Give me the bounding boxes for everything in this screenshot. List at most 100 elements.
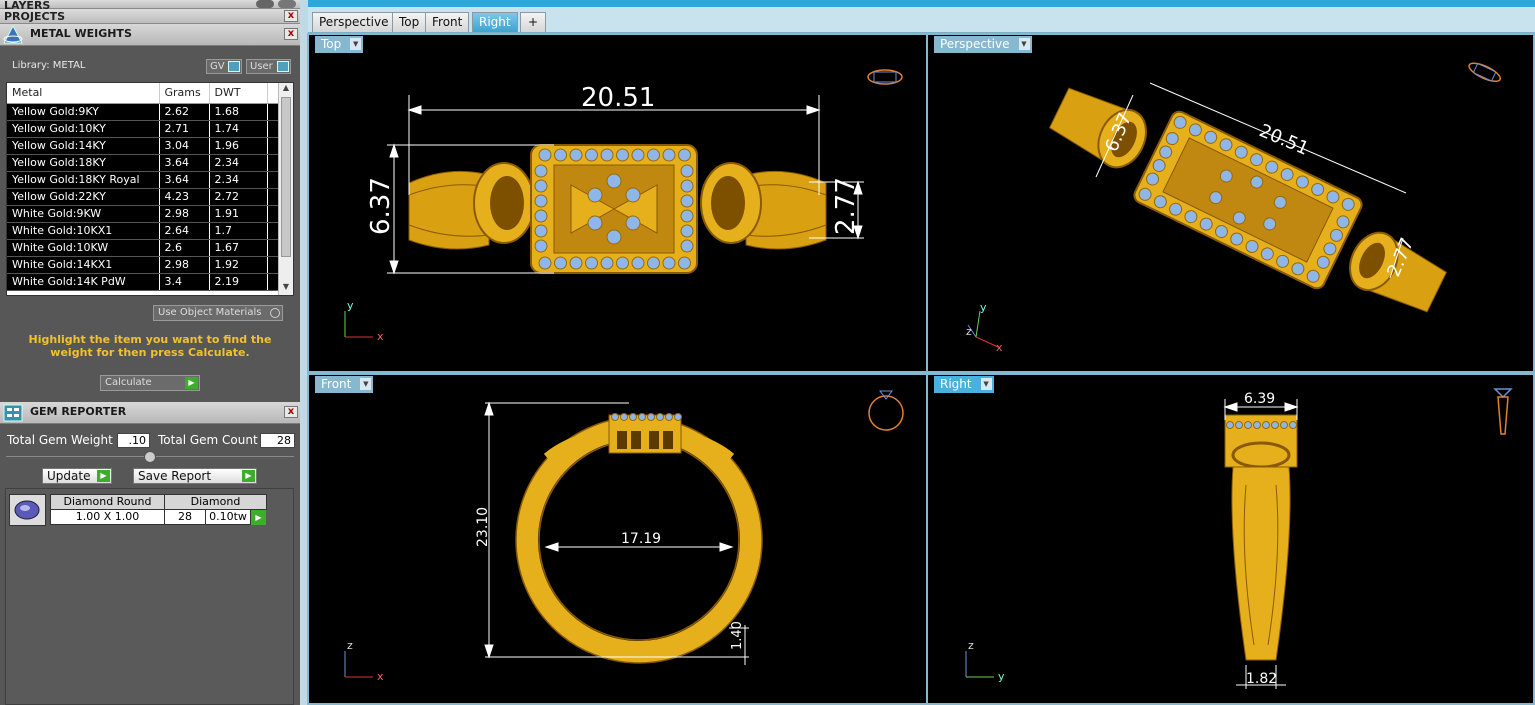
gv-toggle-checkbox[interactable]	[228, 61, 240, 72]
scroll-down-icon[interactable]: ▼	[279, 282, 293, 295]
grams-cell: 2.64	[159, 222, 210, 240]
grams-cell: 3.64	[159, 171, 210, 189]
metal-weights-title: METAL WEIGHTS	[30, 27, 132, 40]
column-header-metal[interactable]: Metal	[7, 83, 160, 104]
table-row[interactable]: Yellow Gold:14KY 3.04 1.96	[7, 137, 279, 155]
axis-widget: y z x	[966, 301, 1003, 354]
metal-table-header: Metal Grams DWT	[7, 83, 279, 104]
metal-table[interactable]: Metal Grams DWT Yellow Gold:9KY 2.62 1.68 Y…	[6, 82, 294, 296]
gem-row-play-icon[interactable]: ▶	[251, 510, 266, 525]
use-object-materials-button[interactable]: Use Object Materials	[153, 305, 283, 321]
gem-stone	[534, 179, 548, 193]
gem-reporter-header: GEM REPORTER x	[0, 402, 300, 424]
column-header-dwt[interactable]: DWT	[209, 83, 268, 104]
scroll-up-icon[interactable]: ▲	[279, 83, 293, 96]
viewport-right[interactable]: Right ▼ 6.39 1.82 z y	[926, 373, 1535, 705]
projects-panel-header[interactable]: PROJECTS x	[0, 9, 300, 24]
save-report-button[interactable]: Save Report ▶	[133, 468, 257, 484]
user-toggle[interactable]: User	[246, 59, 291, 74]
metal-name-cell: White Gold:10KX1	[7, 222, 160, 240]
eye-icon[interactable]	[278, 0, 296, 8]
dwt-cell: 1.7	[209, 222, 268, 240]
axis-x-label: x	[377, 670, 384, 683]
gv-toggle[interactable]: GV	[206, 59, 242, 74]
dimension-shank-width: 1.82	[1246, 671, 1277, 687]
library-label: Library: METAL	[12, 60, 86, 71]
gem-stone	[625, 215, 641, 231]
gem-stone	[629, 413, 637, 421]
close-gem-reporter-icon[interactable]: x	[284, 406, 298, 418]
gem-reporter-icon	[3, 404, 23, 422]
calculate-button[interactable]: Calculate ▶	[100, 375, 200, 391]
ring-thumbnail-icon[interactable]	[868, 390, 904, 431]
diamond-round-icon	[14, 500, 40, 520]
dwt-cell: 1.96	[209, 137, 268, 155]
close-projects-icon[interactable]: x	[284, 10, 298, 22]
metal-name-cell: Yellow Gold:14KY	[7, 137, 160, 155]
table-row[interactable]: White Gold:14K PdW 3.4 2.19	[7, 273, 279, 291]
viewport-top[interactable]: Top ▼ 20.51 6.37 2.77 y x	[307, 33, 928, 373]
save-report-label: Save Report	[138, 469, 212, 483]
table-row[interactable]: White Gold:14KX1 2.98 1.92	[7, 256, 279, 274]
metal-table-scrollbar[interactable]: ▲ ▼	[278, 83, 293, 295]
table-row[interactable]: Yellow Gold:18KY 3.64 2.34	[7, 154, 279, 172]
ring-thumbnail-icon[interactable]	[1493, 388, 1513, 435]
grams-cell: 2.71	[159, 120, 210, 138]
accent-bar	[300, 0, 1535, 7]
tab-front[interactable]: Front	[425, 12, 470, 32]
layers-toggle-icon[interactable]	[256, 0, 274, 8]
metal-name-cell: White Gold:14K PdW	[7, 273, 160, 291]
total-gem-weight-label: Total Gem Weight	[7, 433, 113, 447]
app-window: LAYERS PROJECTS x METAL WEIGHTS x Librar…	[0, 0, 1535, 705]
tab-right[interactable]: Right	[472, 12, 518, 32]
tab-top[interactable]: Top	[392, 12, 427, 32]
ring-thumbnail-icon[interactable]	[1467, 60, 1503, 85]
table-row[interactable]: Yellow Gold:22KY 4.23 2.72	[7, 188, 279, 206]
left-panel: LAYERS PROJECTS x METAL WEIGHTS x Librar…	[0, 0, 300, 705]
play-icon: ▶	[97, 470, 110, 482]
gem-stone	[662, 148, 676, 162]
column-header-grams[interactable]: Grams	[159, 83, 210, 104]
grams-cell: 3.4	[159, 273, 210, 291]
gem-stone	[680, 194, 694, 208]
metal-name-cell: White Gold:9KW	[7, 205, 160, 223]
axis-widget: y x	[344, 299, 384, 343]
metal-weights-icon	[3, 25, 23, 44]
gem-stone	[638, 413, 646, 421]
gem-thumbnail	[9, 494, 46, 526]
layers-panel-header[interactable]: LAYERS	[0, 0, 300, 12]
gem-stone	[534, 224, 548, 238]
update-button[interactable]: Update ▶	[42, 468, 112, 484]
table-row[interactable]: White Gold:9KW 2.98 1.91	[7, 205, 279, 223]
metal-name-cell: White Gold:10KW	[7, 239, 160, 257]
metal-name-cell: Yellow Gold:18KY	[7, 154, 160, 172]
ring-thumbnail-icon[interactable]	[867, 69, 903, 85]
viewport-front[interactable]: Front ▼ 23.10 17.19 1.40 z x	[307, 373, 928, 705]
gem-weight: 0.10tw	[205, 509, 251, 525]
table-row[interactable]: Yellow Gold:9KY 2.62 1.68	[7, 103, 279, 121]
metal-rows: Yellow Gold:9KY 2.62 1.68 Yellow Gold:10KY 2…	[7, 103, 279, 291]
table-row[interactable]: White Gold:10KW 2.6 1.67	[7, 239, 279, 257]
gem-stone	[680, 179, 694, 193]
scrollbar-thumb[interactable]	[281, 97, 291, 257]
play-icon: ▶	[185, 377, 198, 389]
gem-stone	[1226, 421, 1234, 429]
gem-stone	[587, 187, 603, 203]
table-row[interactable]: Yellow Gold:10KY 2.71 1.74	[7, 120, 279, 138]
tab-perspective[interactable]: Perspective	[312, 12, 396, 32]
axis-x-label: x	[377, 330, 384, 343]
metal-name-cell: White Gold:14KX1	[7, 256, 160, 274]
gem-stone	[631, 256, 645, 270]
add-tab-icon[interactable]: +	[520, 12, 546, 32]
close-metal-weights-icon[interactable]: x	[284, 28, 298, 40]
user-toggle-checkbox[interactable]	[277, 61, 289, 72]
gem-stone	[647, 256, 660, 270]
table-row[interactable]: White Gold:10KX1 2.64 1.7	[7, 222, 279, 240]
dimension-shank: 2.77	[831, 177, 861, 235]
use-object-materials-radio[interactable]	[270, 308, 280, 318]
viewport-perspective[interactable]: Perspective ▼ 20.51 6.37 2.77 y z x	[926, 33, 1535, 373]
table-row[interactable]: Yellow Gold:18KY Royal 3.64 2.34	[7, 171, 279, 189]
splitter-handle[interactable]	[144, 451, 156, 463]
gem-size: 1.00 X 1.00	[50, 509, 165, 525]
calculate-hint-text: Highlight the item you want to find the …	[28, 333, 272, 359]
